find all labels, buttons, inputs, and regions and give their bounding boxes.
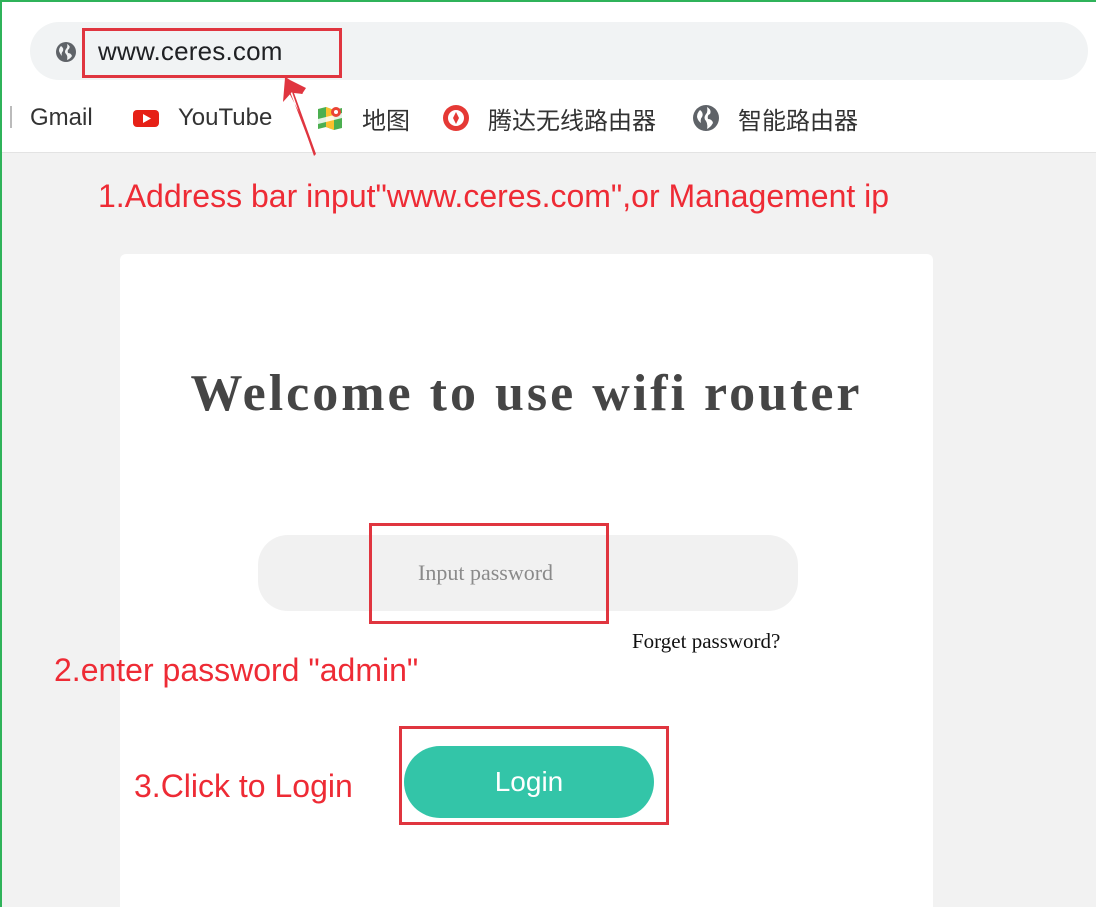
bookmark-label: 智能路由器	[738, 107, 858, 135]
annotation-step1: 1.Address bar input"www.ceres.com",or Ma…	[98, 178, 890, 214]
bookmark-smart-router[interactable]: 智能路由器	[692, 94, 858, 142]
globe-icon	[693, 105, 719, 131]
bookmark-tenda-router[interactable]: 腾达无线路由器	[442, 94, 656, 142]
bookmark-label: YouTube	[178, 104, 273, 131]
bookmark-label: 地图	[362, 107, 410, 135]
youtube-icon	[133, 110, 159, 127]
bookmark-gmail[interactable]: Gmail	[30, 94, 93, 142]
forget-password-link[interactable]: Forget password?	[632, 629, 780, 654]
address-bar-url[interactable]: www.ceres.com	[98, 36, 283, 67]
screenshot-frame: www.ceres.com Gmail YouTube 地图 腾达无线路由器 智…	[0, 0, 1096, 907]
bookmark-label: 腾达无线路由器	[488, 107, 656, 135]
bookmarks-bar: Gmail YouTube 地图 腾达无线路由器 智能路由器	[2, 94, 1096, 142]
bookmark-label: Gmail	[30, 104, 93, 131]
bookmark-youtube[interactable]: YouTube	[132, 94, 272, 142]
bookmark-maps[interactable]: 地图	[316, 94, 410, 142]
login-button[interactable]: Login	[404, 746, 654, 818]
maps-icon	[318, 107, 342, 130]
page-title: Welcome to use wifi router	[190, 365, 863, 422]
browser-chrome: www.ceres.com Gmail YouTube 地图 腾达无线路由器 智…	[2, 2, 1096, 153]
tenda-icon	[443, 105, 469, 131]
password-input[interactable]	[258, 535, 798, 611]
annotation-step3: 3.Click to Login	[134, 768, 353, 804]
globe-icon	[56, 42, 76, 62]
annotation-step2: 2.enter password "admin"	[54, 652, 419, 688]
